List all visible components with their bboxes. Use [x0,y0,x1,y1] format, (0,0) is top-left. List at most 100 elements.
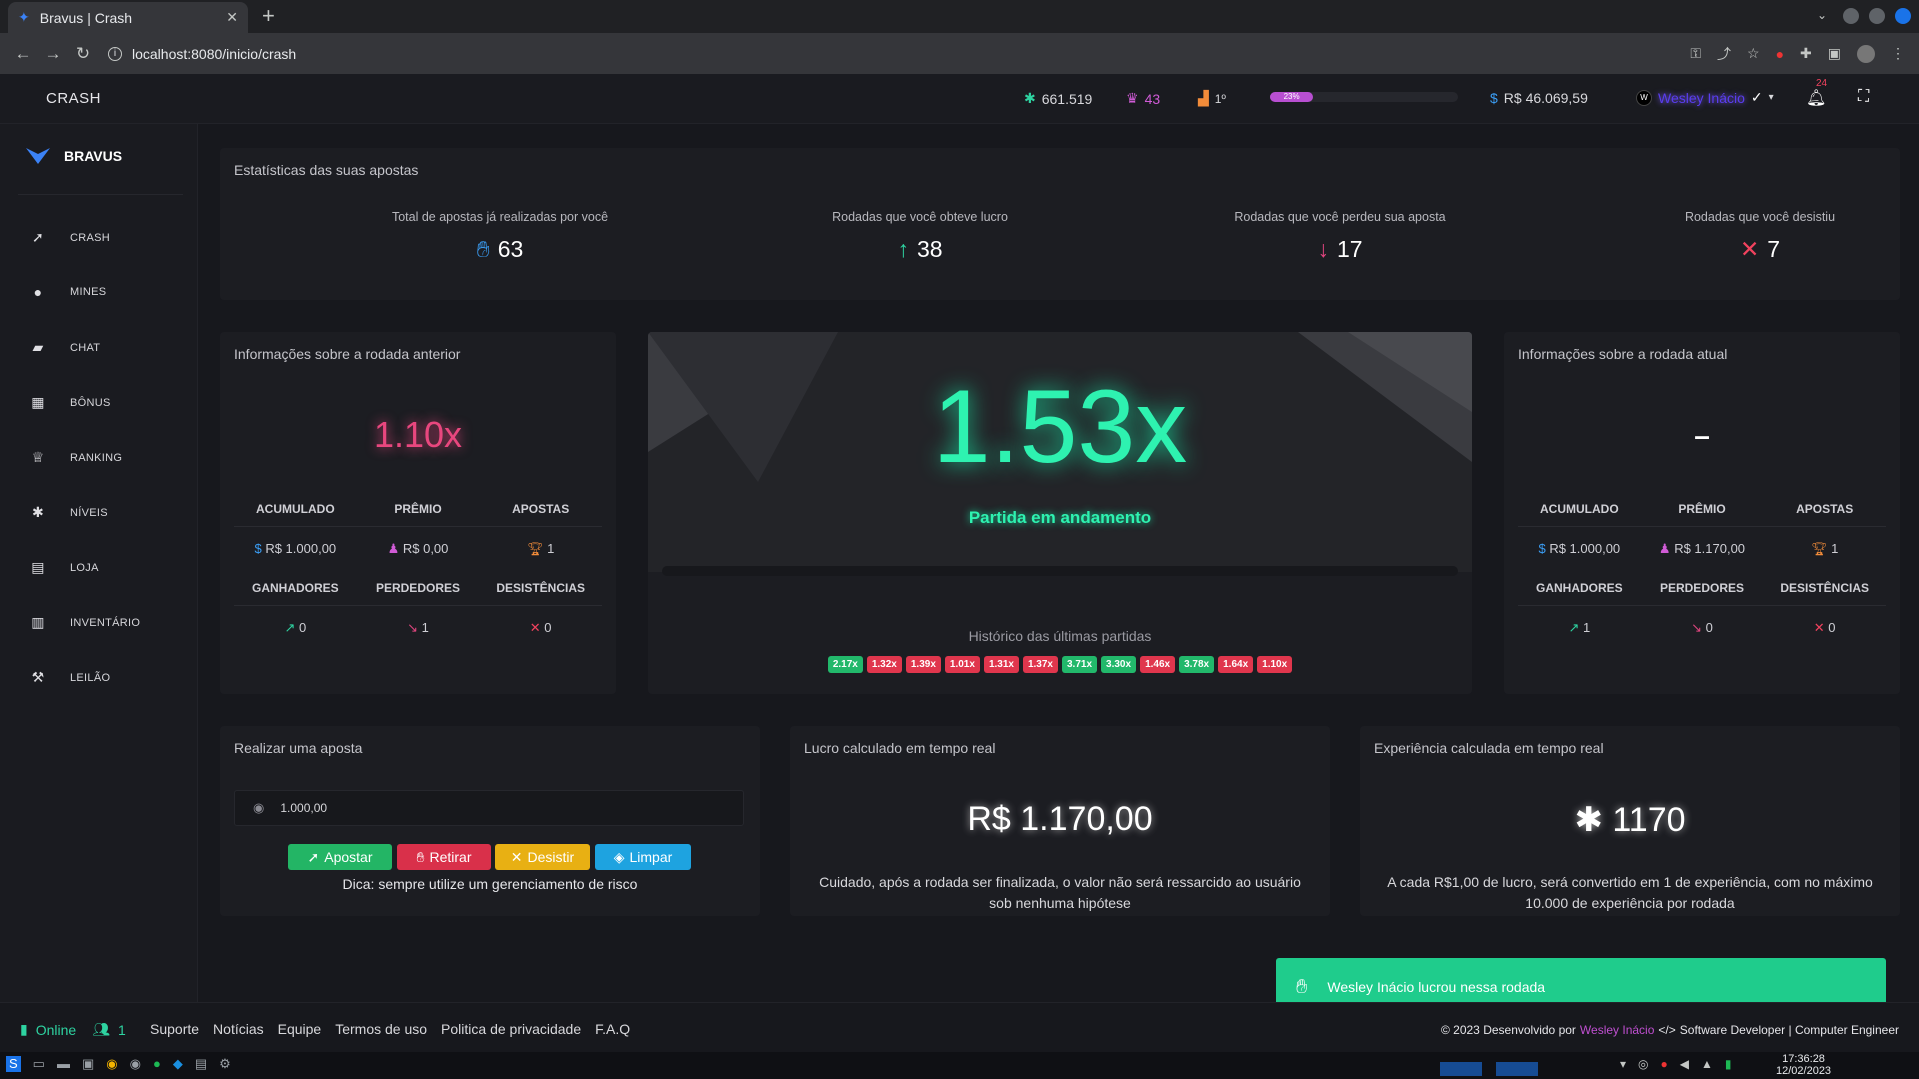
page-title: CRASH [46,90,102,107]
stats-card: Estatísticas das suas apostas Total de a… [220,148,1900,300]
crown-icon: ♛ [1126,90,1139,106]
col-header: DESISTÊNCIAS [1780,581,1869,595]
sidebar-item-mines[interactable]: ● MINES [30,284,106,300]
footer-link-privacidade[interactable]: Politica de privacidade [441,1021,581,1037]
clock-time: 17:36:28 [1782,1053,1825,1065]
menu-icon[interactable]: ⋮ [1891,45,1905,62]
volume-icon[interactable]: ◀ [1680,1057,1689,1071]
puzzle-icon[interactable]: ✚ [1800,45,1812,62]
desistir-button[interactable]: ✕ Desistir [495,844,590,870]
footer-link-equipe[interactable]: Equipe [278,1021,322,1037]
sidebar-item-bonus[interactable]: ▦ BÔNUS [30,394,111,411]
desktop-icon[interactable]: ▭ [33,1056,45,1072]
previous-multiplier: 1.10x [373,414,463,455]
extension-red-icon[interactable]: ● [1776,46,1784,62]
sidebar-item-label: CHAT [70,341,101,354]
sidebar-item-label: INVENTÁRIO [70,616,141,629]
chevron-down-icon[interactable]: ⌄ [1817,8,1833,24]
start-menu-icon[interactable]: S [6,1056,21,1072]
limpar-button[interactable]: ◈ Limpar [595,844,691,870]
sidebar-item-chat[interactable]: ▰ CHAT [30,339,100,356]
key-icon[interactable]: ⚿ [1690,45,1701,62]
brand-name: BRAVUS [64,148,123,164]
browser-tab[interactable]: ✦ Bravus | Crash ✕ [8,2,248,33]
stat-profit: Rodadas que você obteve lucro ↑ 38 [770,210,1070,263]
battery-icon[interactable]: ▮ [1725,1057,1732,1071]
footer-link-termos[interactable]: Termos de uso [335,1021,427,1037]
bet-amount-field[interactable]: ◉ 1.000,00 [234,790,744,826]
sidebar-item-loja[interactable]: ▤ LOJA [30,559,99,576]
user-menu[interactable]: W Wesley Inácio ✓ ▾ [1636,89,1774,106]
close-tab-icon[interactable]: ✕ [226,9,238,26]
footer-link-suporte[interactable]: Suporte [150,1021,199,1037]
stat-label: Rodadas que você desistiu [1684,210,1836,224]
share-icon[interactable]: ⤴ [1717,44,1731,64]
author-link[interactable]: Wesley Inácio [1580,1023,1654,1037]
col-header: ACUMULADO [256,502,335,516]
chrome-alt-icon[interactable]: ◉ [130,1056,141,1072]
online-users-count: 1 [117,1021,126,1038]
network-icon[interactable]: ◎ [1638,1057,1648,1071]
brand[interactable]: BRAVUS [26,148,122,164]
chat-icon: ▰ [32,339,44,355]
history-badge: 1.46x [1140,656,1176,673]
minimize-button[interactable] [1843,8,1859,24]
app-icon[interactable]: ▤ [195,1056,207,1072]
clock-date: 12/02/2023 [1776,1065,1832,1077]
bell-icon[interactable]: ▲ [1701,1057,1713,1071]
apostar-button[interactable]: ➚ Apostar [288,844,392,870]
maximize-button[interactable] [1869,8,1885,24]
browser-toolbar: ← → ↻ i localhost:8080/inicio/crash ⚿ ⤴ … [0,33,1919,74]
reload-icon[interactable]: ↻ [68,44,98,64]
fullscreen-icon[interactable]: ⛶ [1858,88,1869,106]
back-icon[interactable]: ← [8,44,38,64]
address-bar[interactable]: i localhost:8080/inicio/crash [108,46,296,62]
level-progress-fill: 23% [1270,92,1314,102]
prize-value: ♟ R$ 1.170,00 [1640,526,1764,571]
footer-link-noticias[interactable]: Notícias [213,1021,264,1037]
balance-stat: $ R$ 46.069,59 [1490,90,1588,106]
experience-title: Experiência calculada em tempo real [1374,740,1604,756]
x-icon: ✕ [510,848,523,865]
profit-note: Cuidado, após a rodada ser finalizada, o… [819,874,1301,911]
profile-avatar-icon[interactable] [1857,44,1875,63]
col-header: GANHADORES [251,581,339,595]
new-tab-button[interactable]: + [262,3,275,29]
bet-amount-value: 1.000,00 [280,801,328,815]
audio-visualizer [1440,1062,1580,1076]
bravus-favicon-icon: ✦ [18,9,30,25]
spotify-icon[interactable]: ● [153,1056,161,1072]
online-status: Online [35,1021,77,1038]
rocket-icon: ➚ [307,848,320,865]
stat-value: 7 [1767,236,1781,262]
forward-icon[interactable]: → [38,44,68,64]
sidebar-item-leilao[interactable]: ⚒ LEILÃO [30,669,110,686]
store-icon: ▤ [31,559,45,575]
mic-icon[interactable]: ● [1661,1057,1668,1071]
sidebar-item-niveis[interactable]: ✱ NÍVEIS [30,504,108,521]
close-window-button[interactable] [1895,8,1911,24]
quitters-text: 0 [544,620,552,635]
sidebar-item-inventario[interactable]: ▥ INVENTÁRIO [30,614,140,631]
clock[interactable]: 17:36:28 12/02/2023 [1776,1053,1831,1077]
vscode-icon[interactable]: ◆ [173,1056,183,1072]
prize-text: R$ 0,00 [402,541,449,556]
asterisk-icon: ✱ [31,504,45,520]
sidebar-item-ranking[interactable]: ♕ RANKING [30,449,122,466]
sidebar-item-crash[interactable]: ➚ CRASH [30,229,110,246]
chrome-icon[interactable]: ◉ [106,1056,117,1072]
footer-link-faq[interactable]: F.A.Q [595,1021,630,1037]
star-icon[interactable]: ☆ [1747,45,1760,62]
site-info-icon[interactable]: i [108,46,122,61]
files-icon[interactable]: ▬ [57,1056,70,1072]
wifi-icon[interactable]: ▾ [1620,1057,1626,1071]
retirar-button[interactable]: ✋︎ Retirar [397,844,491,870]
col-header: PRÊMIO [394,502,442,516]
history-badge: 1.64x [1218,656,1254,673]
sidepanel-icon[interactable]: ▣ [1828,45,1841,62]
notifications-button[interactable]: 🔔︎ 24 [1806,78,1827,108]
os-taskbar: S ▭ ▬ ▣ ◉ ◉ ● ◆ ▤ ⚙ ▾ ◎ ● ◀ ▲ ▮ 17:36:28… [0,1052,1919,1079]
url-text: localhost:8080/inicio/crash [132,45,297,62]
settings-icon[interactable]: ⚙ [219,1056,231,1072]
terminal-icon[interactable]: ▣ [82,1056,94,1072]
